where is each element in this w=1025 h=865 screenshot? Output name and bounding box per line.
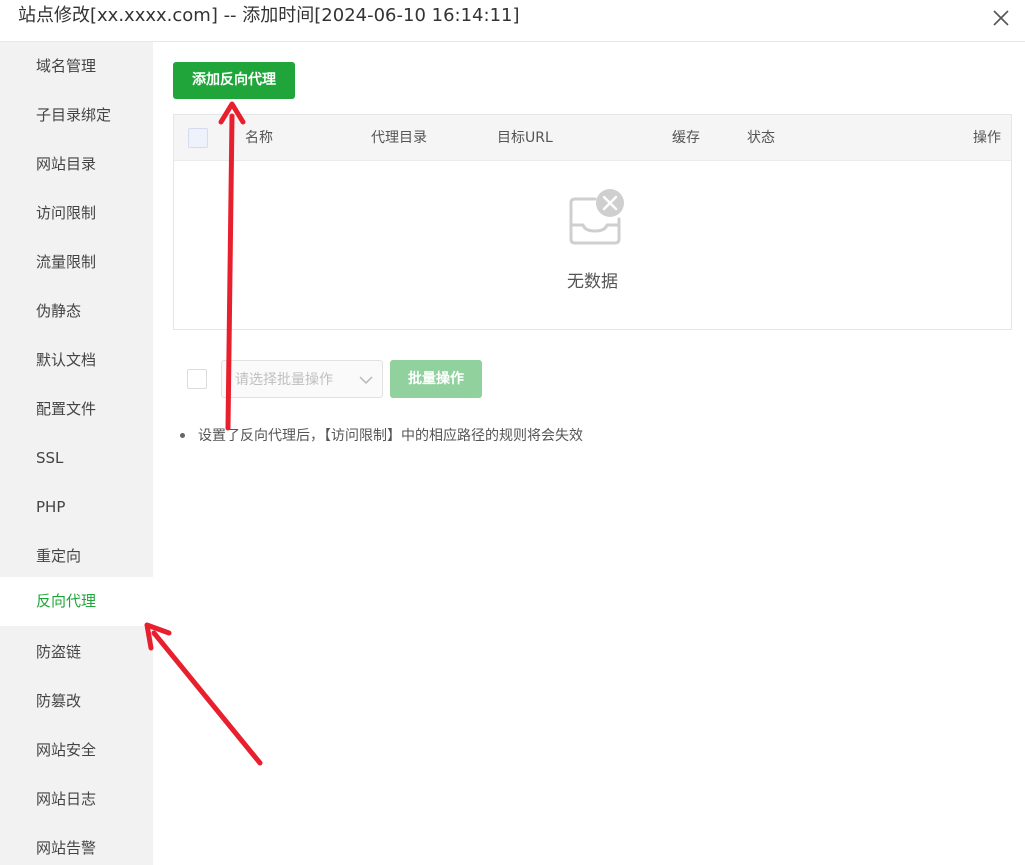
batch-operation-select[interactable]: 请选择批量操作 [221,360,383,398]
table-header: 名称 代理目录 目标URL 缓存 状态 操作 [174,115,1011,161]
chevron-down-icon [358,372,374,388]
settings-sidebar: 域名管理 子目录绑定 网站目录 访问限制 流量限制 伪静态 默认文档 配置文件 … [0,42,153,865]
sidebar-item-rewrite[interactable]: 伪静态 [0,287,153,336]
sidebar-item-access-limit[interactable]: 访问限制 [0,189,153,238]
dialog-titlebar: 站点修改[xx.xxxx.com] -- 添加时间[2024-06-10 16:… [0,0,1025,42]
batch-operation-button[interactable]: 批量操作 [390,360,482,398]
sidebar-item-hotlink-protection[interactable]: 防盗链 [0,628,153,677]
column-header-name[interactable]: 名称 [245,115,273,161]
column-header-proxy-directory[interactable]: 代理目录 [371,115,427,161]
sidebar-item-site-directory[interactable]: 网站目录 [0,140,153,189]
close-icon[interactable] [989,6,1013,30]
sidebar-item-ssl[interactable]: SSL [0,434,153,483]
sidebar-item-site-alert[interactable]: 网站告警 [0,824,153,865]
sidebar-item-site-log[interactable]: 网站日志 [0,775,153,824]
sidebar-item-domain[interactable]: 域名管理 [0,42,153,91]
column-header-target-url[interactable]: 目标URL [497,115,553,161]
batch-select-checkbox[interactable] [187,369,207,389]
reverse-proxy-table: 名称 代理目录 目标URL 缓存 状态 操作 无数据 [173,114,1012,330]
batch-select-placeholder: 请选择批量操作 [235,372,333,388]
add-reverse-proxy-button[interactable]: 添加反向代理 [173,62,295,99]
sidebar-item-traffic-limit[interactable]: 流量限制 [0,238,153,287]
note-text: 设置了反向代理后，【访问限制】中的相应路径的规则将会失效 [198,428,583,444]
sidebar-item-reverse-proxy[interactable]: 反向代理 [0,577,153,626]
column-header-status[interactable]: 状态 [747,115,775,161]
dialog-title: 站点修改[xx.xxxx.com] -- 添加时间[2024-06-10 16:… [18,5,520,26]
sidebar-item-config-file[interactable]: 配置文件 [0,385,153,434]
sidebar-item-redirect[interactable]: 重定向 [0,532,153,581]
bullet-dot [180,432,185,438]
select-all-checkbox[interactable] [188,128,208,148]
sidebar-item-php[interactable]: PHP [0,483,153,532]
sidebar-item-site-security[interactable]: 网站安全 [0,726,153,775]
empty-state-text: 无数据 [567,272,618,292]
empty-inbox-icon [565,187,625,247]
sidebar-item-subdirectory-binding[interactable]: 子目录绑定 [0,91,153,140]
column-header-cache[interactable]: 缓存 [672,115,700,161]
column-header-actions: 操作 [973,130,1001,146]
arrow-to-reverse-proxy-tab [144,622,263,766]
sidebar-item-tamper-proof[interactable]: 防篡改 [0,677,153,726]
sidebar-item-default-document[interactable]: 默认文档 [0,336,153,385]
reverse-proxy-note: 设置了反向代理后，【访问限制】中的相应路径的规则将会失效 [180,424,583,448]
